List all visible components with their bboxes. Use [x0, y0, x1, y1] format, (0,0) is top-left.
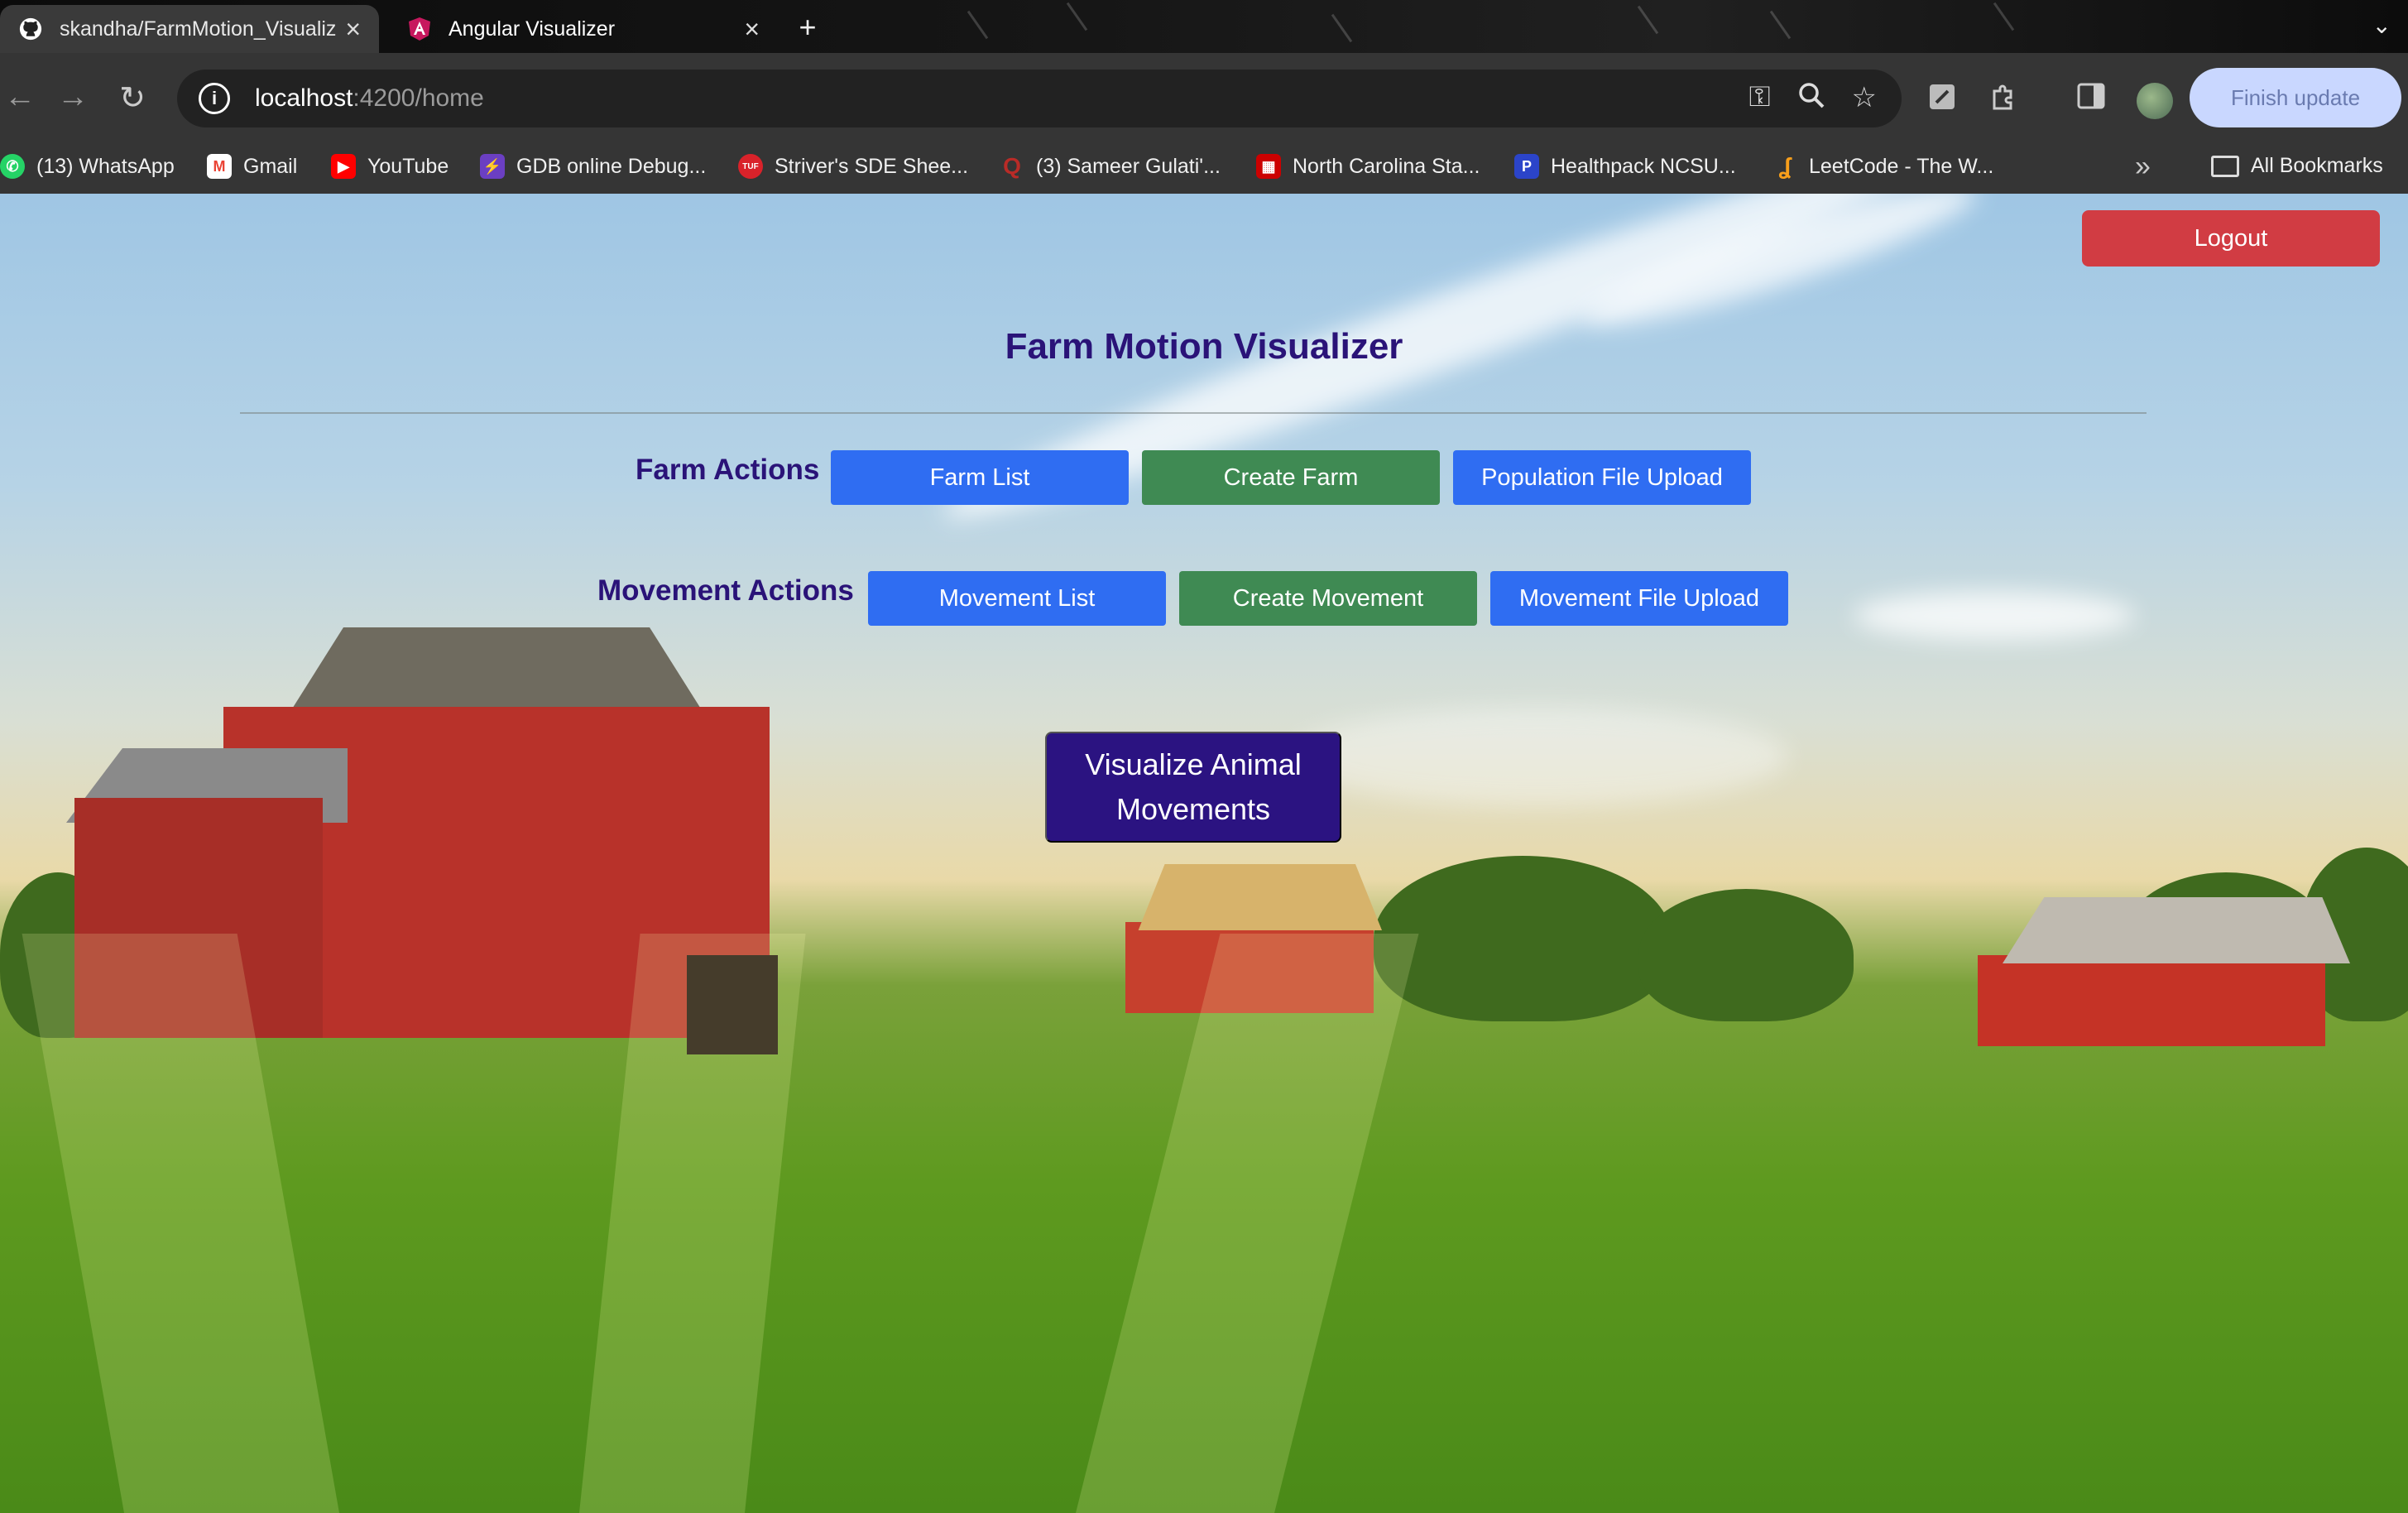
bookmark-whatsapp[interactable]: ✆ (13) WhatsApp — [0, 154, 175, 179]
page-title: Farm Motion Visualizer — [1005, 326, 1403, 367]
bookmark-striver[interactable]: TUF Striver's SDE Shee... — [738, 154, 968, 179]
farm-background: Logout Farm Motion Visualizer Farm Actio… — [0, 194, 2408, 1513]
extensions-puzzle-icon[interactable] — [1989, 83, 2017, 118]
browser-toolbar: ← → ↻ i localhost :4200/home ⚿ ☆ — [0, 53, 2408, 142]
ncsu-icon: ▦ — [1256, 154, 1281, 179]
site-info-icon[interactable]: i — [199, 83, 230, 114]
close-icon[interactable]: × — [744, 14, 760, 45]
profile-avatar[interactable] — [2137, 83, 2173, 119]
back-icon[interactable]: ← — [0, 79, 40, 115]
gmail-icon: M — [207, 154, 232, 179]
reload-icon[interactable]: ↻ — [113, 79, 152, 117]
angular-icon — [407, 17, 432, 41]
quora-icon: Q — [1003, 153, 1021, 179]
bookmark-label: (13) WhatsApp — [36, 154, 175, 178]
leetcode-icon: ʆ — [1778, 153, 1792, 179]
divider — [240, 412, 2147, 414]
whatsapp-icon: ✆ — [0, 154, 25, 179]
bookmark-label: Striver's SDE Shee... — [775, 154, 969, 178]
url-path: :4200/home — [353, 84, 484, 112]
new-tab-button[interactable]: + — [790, 10, 825, 45]
bookmark-quora[interactable]: Q (3) Sameer Gulati'... — [1000, 153, 1221, 179]
population-file-upload-button[interactable]: Population File Upload — [1453, 450, 1751, 505]
github-icon — [18, 17, 43, 41]
extension-icon[interactable] — [1928, 83, 1956, 118]
create-farm-button[interactable]: Create Farm — [1142, 450, 1440, 505]
finish-update-button[interactable]: Finish update — [2190, 68, 2401, 127]
chevron-down-icon[interactable]: ⌄ — [2372, 12, 2391, 39]
bookmark-label: LeetCode - The W... — [1809, 154, 1994, 178]
farm-actions-label: Farm Actions — [636, 454, 820, 486]
create-movement-button[interactable]: Create Movement — [1179, 571, 1477, 626]
tuf-icon: TUF — [738, 154, 763, 179]
more-bookmarks-icon[interactable]: » — [2135, 151, 2151, 183]
bookmarks-bar: ✆ (13) WhatsApp M Gmail ▶ YouTube ⚡ GDB … — [0, 142, 2408, 194]
bookmark-ncsu[interactable]: ▦ North Carolina Sta... — [1256, 154, 1480, 179]
bookmark-label: GDB online Debug... — [516, 154, 707, 178]
bookmark-youtube[interactable]: ▶ YouTube — [331, 154, 449, 179]
farm-list-button[interactable]: Farm List — [831, 450, 1129, 505]
movement-actions-label: Movement Actions — [597, 574, 854, 607]
tab-angular[interactable]: Angular Visualizer × — [389, 5, 778, 53]
logout-button[interactable]: Logout — [2082, 210, 2380, 267]
healthpack-icon: P — [1514, 154, 1539, 179]
bookmark-leetcode[interactable]: ʆ LeetCode - The W... — [1772, 153, 1994, 179]
tab-github[interactable]: skandha/FarmMotion_Visualiz × — [0, 5, 379, 53]
close-icon[interactable]: × — [345, 14, 361, 45]
youtube-icon: ▶ — [331, 154, 356, 179]
url-host: localhost — [255, 84, 353, 112]
movement-file-upload-button[interactable]: Movement File Upload — [1490, 571, 1788, 626]
bookmark-label: North Carolina Sta... — [1293, 154, 1480, 178]
tab-title: Angular Visualizer — [449, 17, 616, 41]
star-icon[interactable]: ☆ — [1852, 81, 1877, 117]
bookmark-healthpack[interactable]: P Healthpack NCSU... — [1514, 154, 1736, 179]
visualize-animal-movements-button[interactable]: Visualize Animal Movements — [1045, 732, 1341, 843]
bookmark-label: (3) Sameer Gulati'... — [1036, 154, 1221, 178]
bookmark-label: Gmail — [243, 154, 298, 178]
tab-title: skandha/FarmMotion_Visualiz — [60, 17, 337, 41]
key-icon[interactable]: ⚿ — [1749, 81, 1771, 117]
bookmark-label: Healthpack NCSU... — [1551, 154, 1736, 178]
movement-list-button[interactable]: Movement List — [868, 571, 1166, 626]
zoom-icon[interactable] — [1797, 81, 1825, 117]
side-panel-icon[interactable] — [2077, 83, 2105, 117]
bookmark-label: YouTube — [367, 154, 449, 178]
gdb-icon: ⚡ — [480, 154, 505, 179]
address-bar[interactable]: i localhost :4200/home ⚿ ☆ — [177, 70, 1902, 127]
folder-icon — [2211, 155, 2239, 177]
bookmark-gmail[interactable]: M Gmail — [207, 154, 297, 179]
bookmark-gdb[interactable]: ⚡ GDB online Debug... — [480, 154, 706, 179]
all-bookmarks[interactable]: All Bookmarks — [2211, 154, 2383, 178]
all-bookmarks-label: All Bookmarks — [2251, 154, 2383, 177]
forward-icon[interactable]: → — [53, 79, 93, 115]
tab-strip: skandha/FarmMotion_Visualiz × Angular Vi… — [0, 0, 2408, 53]
